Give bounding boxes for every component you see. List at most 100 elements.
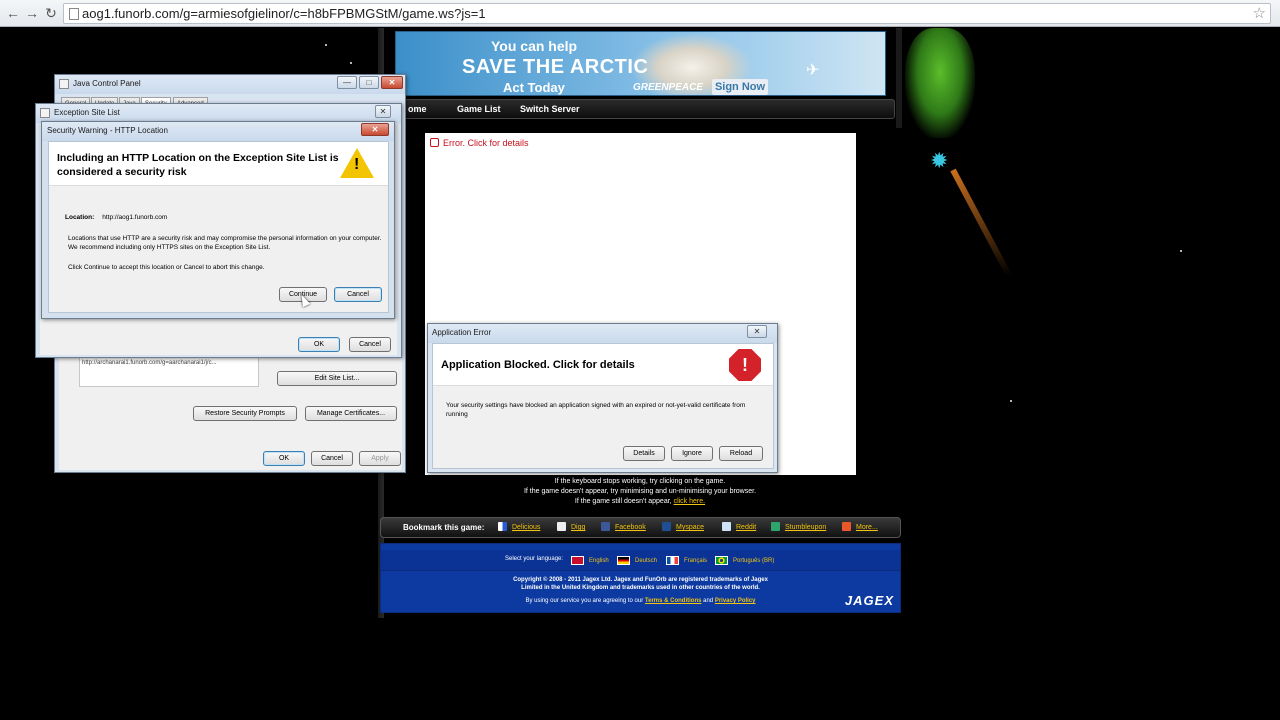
sw-titlebar[interactable]: Security Warning - HTTP Location ✕ bbox=[42, 122, 394, 141]
esl-cancel-button[interactable]: Cancel bbox=[349, 337, 391, 352]
lang-english[interactable]: English bbox=[571, 556, 609, 565]
ae-title: Application Error bbox=[432, 328, 492, 337]
site-list-entry: http://archanarai1.funorb.com/g=aarchana… bbox=[82, 360, 217, 366]
minimize-button[interactable]: — bbox=[337, 76, 357, 89]
game-help-text: If the keyboard stops working, try click… bbox=[380, 477, 900, 507]
edit-site-list-button[interactable]: Edit Site List... bbox=[277, 371, 397, 386]
banner-line-2: SAVE THE ARCTIC bbox=[462, 56, 649, 78]
sign-now-button[interactable]: Sign Now bbox=[712, 79, 768, 95]
lang-portugues[interactable]: Português (BR) bbox=[715, 556, 774, 565]
stumbleupon-icon bbox=[771, 522, 780, 531]
bookmark-more-label[interactable]: More... bbox=[856, 524, 878, 531]
nav-switch-server[interactable]: Switch Server bbox=[520, 104, 580, 114]
jcp-apply-button[interactable]: Apply bbox=[359, 451, 401, 466]
sw-body-2: Click Continue to accept this location o… bbox=[68, 264, 265, 271]
bookmark-reddit-label[interactable]: Reddit bbox=[736, 524, 756, 531]
sw-header: Including an HTTP Location on the Except… bbox=[49, 142, 388, 186]
star-dot bbox=[1010, 400, 1012, 402]
esl-close-button[interactable]: ✕ bbox=[375, 105, 391, 118]
ignore-button[interactable]: Ignore bbox=[671, 446, 713, 461]
terms-link[interactable]: Terms & Conditions bbox=[645, 598, 702, 604]
myspace-icon bbox=[662, 522, 671, 531]
language-label: Select your language: bbox=[505, 556, 564, 562]
bookmark-myspace[interactable]: Myspace bbox=[662, 522, 704, 531]
bookmark-delicious[interactable]: Delicious bbox=[498, 522, 540, 531]
bookmark-reddit[interactable]: Reddit bbox=[722, 522, 756, 531]
back-icon[interactable]: ← bbox=[3, 4, 23, 22]
click-here-link[interactable]: click here. bbox=[674, 498, 706, 505]
sw-content: Including an HTTP Location on the Except… bbox=[48, 141, 389, 313]
lang-english-label[interactable]: English bbox=[589, 558, 609, 564]
restore-security-prompts-button[interactable]: Restore Security Prompts bbox=[193, 406, 297, 421]
bookmark-stumbleupon[interactable]: Stumbleupon bbox=[771, 522, 826, 531]
site-footer: Select your language: English Deutsch Fr… bbox=[380, 543, 901, 613]
bookmark-more[interactable]: More... bbox=[842, 522, 878, 531]
bookmark-delicious-label[interactable]: Delicious bbox=[512, 524, 540, 531]
copyright-line-2: Limited in the United Kingdom and tradem… bbox=[521, 585, 760, 591]
exception-site-list-preview[interactable]: http://archanarai1.funorb.com/g=aarchana… bbox=[79, 357, 259, 387]
copyright-line-1: Copyright © 2008 - 2011 Jagex Ltd. Jagex… bbox=[513, 577, 768, 583]
forward-icon[interactable]: → bbox=[22, 4, 42, 22]
ae-header[interactable]: Application Blocked. Click for details ! bbox=[433, 344, 773, 386]
lang-francais[interactable]: Français bbox=[666, 556, 707, 565]
sw-heading: Including an HTTP Location on the Except… bbox=[57, 152, 339, 178]
reload-button[interactable]: Reload bbox=[719, 446, 763, 461]
site-nav: ome Game List Switch Server bbox=[395, 99, 895, 119]
jcp-close-button[interactable]: ✕ bbox=[381, 76, 403, 89]
bookmark-star-icon[interactable]: ☆ bbox=[1253, 4, 1266, 22]
details-button[interactable]: Details bbox=[623, 446, 665, 461]
bookmark-label: Bookmark this game: bbox=[403, 523, 485, 532]
jcp-titlebar[interactable]: Java Control Panel — □ ✕ bbox=[55, 75, 405, 94]
address-bar[interactable]: aog1.funorb.com/g=armiesofgielinor/c=h8b… bbox=[63, 3, 1271, 24]
manage-certificates-button[interactable]: Manage Certificates... bbox=[305, 406, 397, 421]
language-row: Select your language: English Deutsch Fr… bbox=[381, 550, 900, 571]
sw-body-1: Locations that use HTTP are a security r… bbox=[68, 235, 382, 251]
bookmark-facebook-label[interactable]: Facebook bbox=[615, 524, 646, 531]
ad-choices-icon[interactable]: ✈ bbox=[806, 60, 819, 80]
lang-deutsch[interactable]: Deutsch bbox=[617, 556, 657, 565]
lang-deutsch-label[interactable]: Deutsch bbox=[635, 558, 657, 564]
digg-icon bbox=[557, 522, 566, 531]
applet-error-link[interactable]: Error. Click for details bbox=[430, 138, 529, 148]
sw-close-button[interactable]: ✕ bbox=[361, 123, 389, 136]
uk-flag-icon bbox=[571, 556, 584, 565]
nav-home[interactable]: ome bbox=[408, 104, 427, 114]
maximize-button[interactable]: □ bbox=[359, 76, 379, 89]
java-icon bbox=[40, 108, 50, 118]
bookmark-myspace-label[interactable]: Myspace bbox=[676, 524, 704, 531]
bookmark-digg-label[interactable]: Digg bbox=[571, 524, 585, 531]
browser-toolbar: ← → ↻ aog1.funorb.com/g=armiesofgielinor… bbox=[0, 0, 1280, 27]
jcp-cancel-button[interactable]: Cancel bbox=[311, 451, 353, 466]
nav-game-list[interactable]: Game List bbox=[457, 104, 501, 114]
more-icon bbox=[842, 522, 851, 531]
ae-titlebar[interactable]: Application Error ✕ bbox=[428, 324, 777, 343]
spaceship-icon: ✹ bbox=[930, 148, 949, 173]
applet-error-text[interactable]: Error. Click for details bbox=[443, 138, 529, 148]
ae-content: Application Blocked. Click for details !… bbox=[432, 343, 774, 469]
bookmark-digg[interactable]: Digg bbox=[557, 522, 585, 531]
esl-ok-button[interactable]: OK bbox=[298, 337, 340, 352]
bookmark-stumbleupon-label[interactable]: Stumbleupon bbox=[785, 524, 826, 531]
ae-close-button[interactable]: ✕ bbox=[747, 325, 767, 338]
bookmark-bar: Bookmark this game: Delicious Digg Faceb… bbox=[380, 517, 901, 538]
location-label: Location: bbox=[65, 214, 95, 221]
lang-francais-label[interactable]: Français bbox=[684, 558, 707, 564]
java-icon bbox=[59, 79, 69, 89]
page-border-right bbox=[896, 28, 902, 128]
terms-prefix: By using our service you are agreeing to… bbox=[525, 598, 644, 604]
terms-line: By using our service you are agreeing to… bbox=[381, 598, 900, 604]
url-text[interactable]: aog1.funorb.com/g=armiesofgielinor/c=h8b… bbox=[82, 6, 486, 21]
lang-portugues-label[interactable]: Português (BR) bbox=[733, 558, 774, 564]
page-icon bbox=[69, 8, 79, 20]
banner-line-3: Act Today bbox=[503, 80, 565, 95]
jcp-title: Java Control Panel bbox=[73, 79, 141, 88]
sw-title: Security Warning - HTTP Location bbox=[47, 126, 168, 135]
reload-icon[interactable]: ↻ bbox=[41, 4, 61, 22]
ad-banner[interactable]: You can help SAVE THE ARCTIC Act Today G… bbox=[395, 31, 886, 96]
sw-cancel-button[interactable]: Cancel bbox=[334, 287, 382, 302]
jcp-ok-button[interactable]: OK bbox=[263, 451, 305, 466]
bookmark-facebook[interactable]: Facebook bbox=[601, 522, 646, 531]
privacy-link[interactable]: Privacy Policy bbox=[715, 598, 756, 604]
jagex-logo[interactable]: JAGEX bbox=[845, 593, 894, 608]
ae-heading[interactable]: Application Blocked. Click for details bbox=[441, 359, 635, 371]
